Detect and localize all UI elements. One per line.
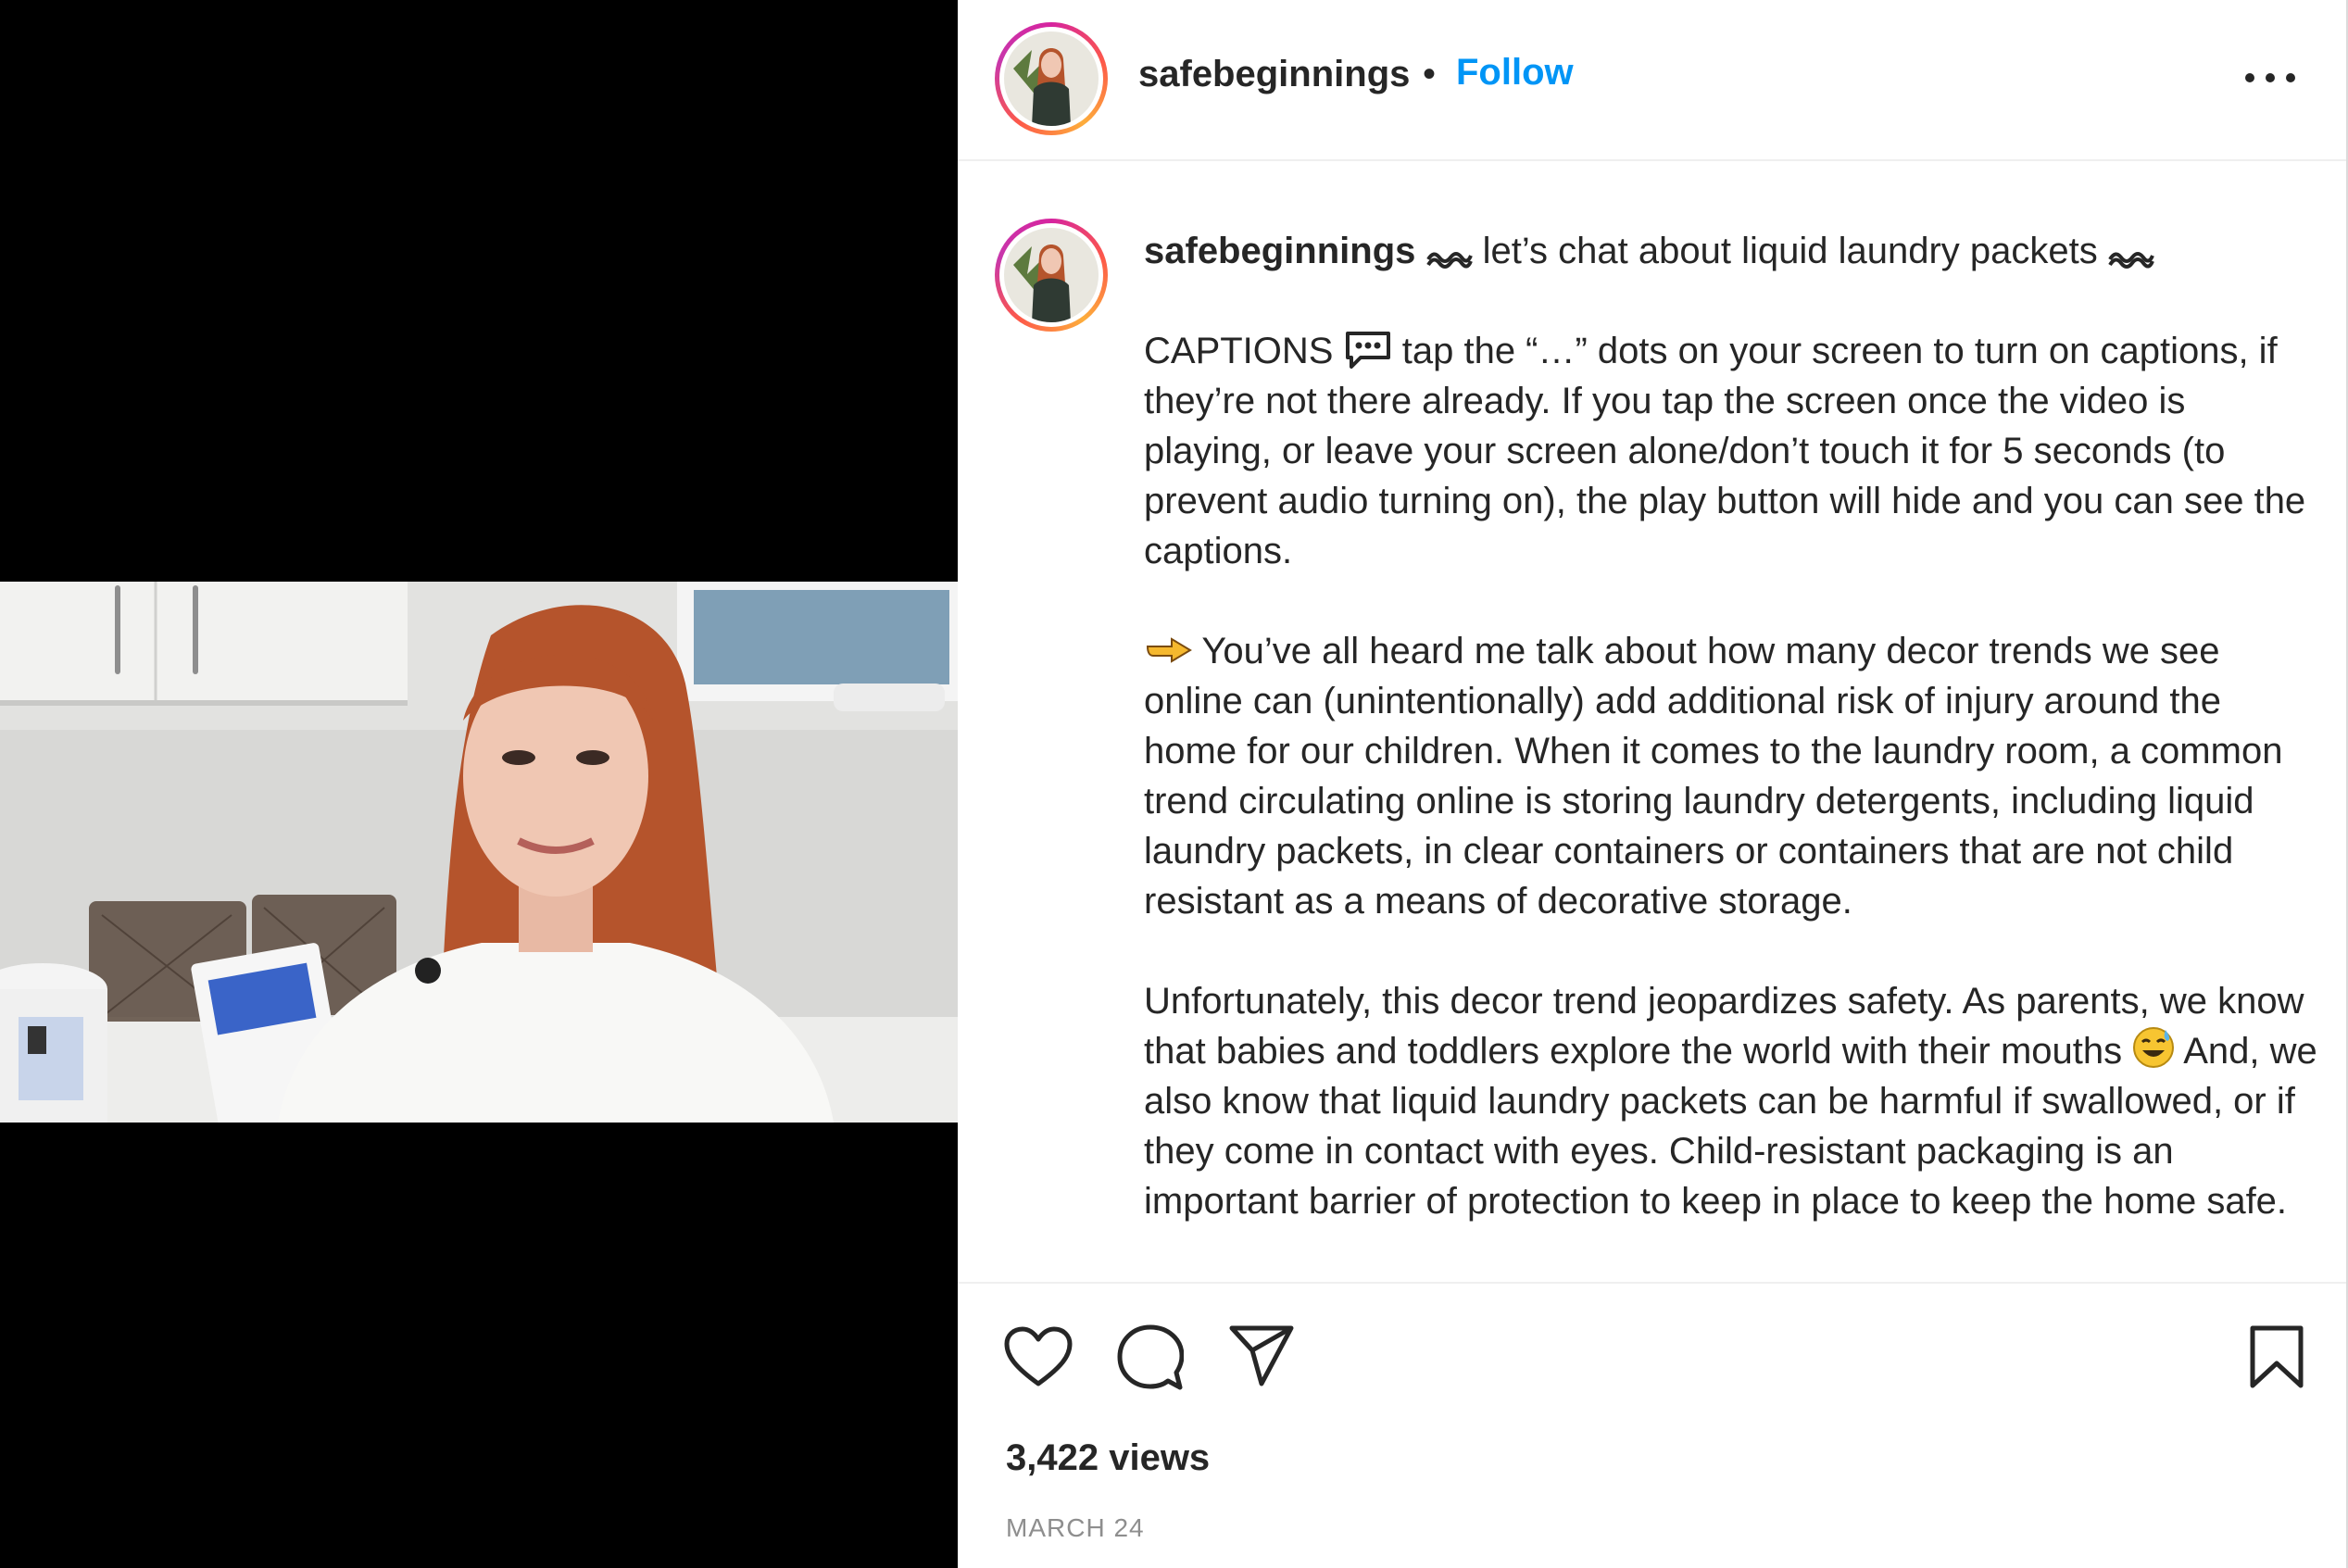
- caption-avatar[interactable]: [995, 219, 1108, 332]
- caption-headline: safebeginnings let’s chat about liquid l…: [1144, 226, 2320, 276]
- header-separator: •: [1423, 54, 1437, 94]
- wavy-dash-icon: [1425, 252, 1473, 269]
- wavy-dash-icon: [2108, 252, 2154, 269]
- comment-icon[interactable]: [1117, 1324, 1184, 1391]
- decor-trend-text: You’ve all heard me talk about how many …: [1144, 631, 2283, 922]
- captions-lead: CAPTIONS: [1144, 331, 1334, 371]
- bookmark-icon[interactable]: [2249, 1324, 2304, 1389]
- actions-bar: 3,422 views MARCH 24: [958, 1282, 2346, 1568]
- post-header: safebeginnings • Follow: [958, 0, 2346, 161]
- post-info-pane: safebeginnings • Follow safebeginnings l…: [958, 0, 2348, 1568]
- caption-paragraph-2: You’ve all heard me talk about how many …: [1144, 626, 2320, 926]
- more-options-icon[interactable]: [2243, 67, 2299, 89]
- caption-headline-text: let’s chat about liquid laundry packets: [1482, 231, 2098, 271]
- views-count[interactable]: 3,422 views: [1006, 1437, 1210, 1479]
- caption-text: safebeginnings let’s chat about liquid l…: [1144, 226, 2320, 1276]
- caption-paragraph-1: CAPTIONS tap the “…” dots on your screen…: [1144, 326, 2320, 576]
- header-username[interactable]: safebeginnings: [1138, 54, 1410, 95]
- safety-text-a: Unfortunately, this decor trend jeopardi…: [1144, 981, 2304, 1072]
- media-pane[interactable]: [0, 0, 958, 1568]
- sweat-smile-emoji-icon: [2133, 1027, 2175, 1068]
- avatar[interactable]: [995, 22, 1108, 135]
- caption-username[interactable]: safebeginnings: [1144, 231, 1415, 271]
- share-icon[interactable]: [1228, 1324, 1295, 1387]
- video-frame-image: [0, 582, 958, 1123]
- follow-button[interactable]: Follow: [1456, 52, 1574, 94]
- pointing-hand-icon: [1146, 637, 1192, 663]
- speech-bubble-icon: [1345, 332, 1390, 369]
- caption-paragraph-3: Unfortunately, this decor trend jeopardi…: [1144, 976, 2320, 1226]
- video-player[interactable]: [0, 582, 958, 1123]
- heart-icon[interactable]: [1004, 1326, 1073, 1387]
- post-date[interactable]: MARCH 24: [1006, 1513, 1145, 1543]
- caption-area[interactable]: safebeginnings let’s chat about liquid l…: [958, 163, 2346, 1282]
